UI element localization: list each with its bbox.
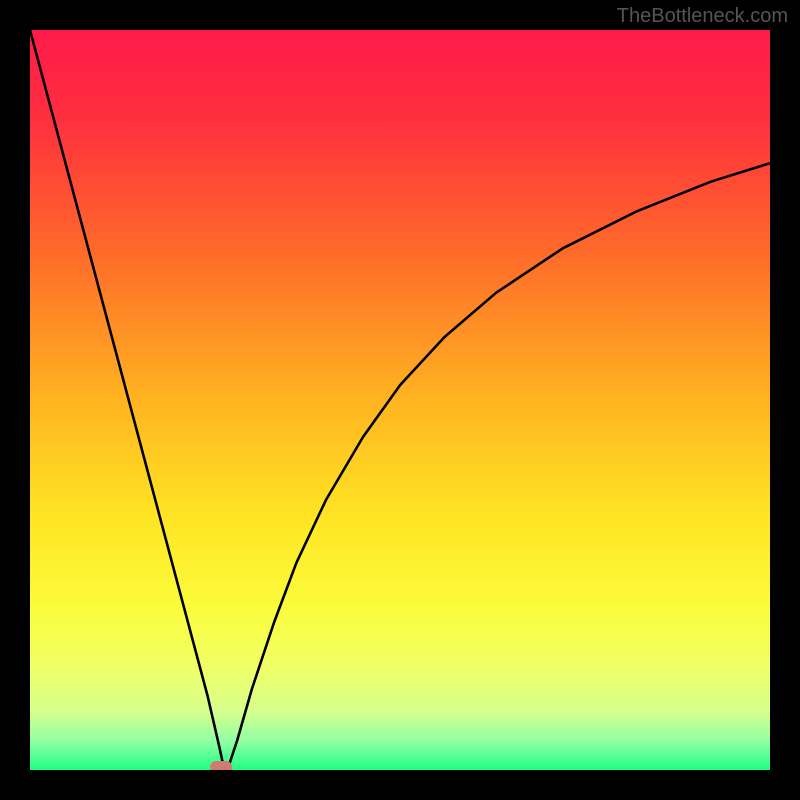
watermark-text: TheBottleneck.com [617, 5, 788, 28]
bottleneck-curve [30, 30, 770, 769]
curve-layer [30, 30, 770, 770]
plot-area [30, 30, 770, 770]
chart-frame: TheBottleneck.com [0, 0, 800, 800]
minimum-marker [210, 761, 232, 770]
